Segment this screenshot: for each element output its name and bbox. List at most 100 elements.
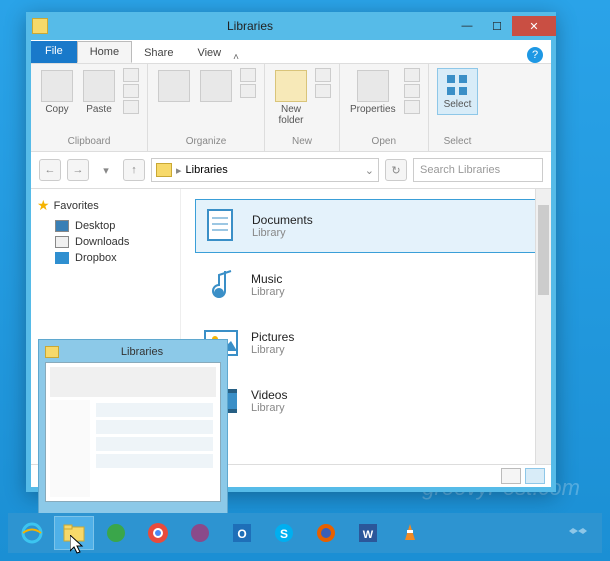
organize-more[interactable] xyxy=(240,68,256,98)
cut-icon xyxy=(123,68,139,82)
outlook-icon: O xyxy=(231,522,253,544)
copyto-icon xyxy=(200,70,232,102)
paste-button[interactable]: Paste xyxy=(81,68,117,117)
ribbon-tabs: File Home Share View ˄ ? xyxy=(31,40,551,64)
share-tab[interactable]: Share xyxy=(132,43,185,63)
edit-icon xyxy=(404,84,420,98)
copy-button[interactable]: Copy xyxy=(39,68,75,117)
rename-icon xyxy=(240,84,256,98)
home-tab[interactable]: Home xyxy=(77,41,132,63)
properties-icon xyxy=(357,70,389,102)
svg-text:O: O xyxy=(237,527,246,541)
skype-icon: S xyxy=(273,522,295,544)
thumbnail-body[interactable] xyxy=(45,362,221,502)
new-folder-icon xyxy=(275,70,307,102)
select-button[interactable]: Select xyxy=(437,68,479,115)
chrome-icon xyxy=(147,522,169,544)
address-text: Libraries xyxy=(186,164,228,176)
taskbar-outlook[interactable]: O xyxy=(222,516,262,550)
taskbar-chrome[interactable] xyxy=(138,516,178,550)
library-name: Music xyxy=(251,272,285,286)
search-placeholder: Search Libraries xyxy=(420,164,500,176)
sidebar-item-desktop[interactable]: Desktop xyxy=(37,218,174,234)
new-more[interactable] xyxy=(315,68,331,98)
clipboard-more[interactable] xyxy=(123,68,139,114)
word-icon: W xyxy=(357,522,379,544)
taskbar-vlc[interactable] xyxy=(390,516,430,550)
green-app-icon xyxy=(105,522,127,544)
ribbon-group-open: Properties Open xyxy=(340,64,429,151)
easy-access-icon xyxy=(315,84,331,98)
title-bar[interactable]: Libraries — ☐ ✕ xyxy=(26,12,556,40)
taskbar-word[interactable]: W xyxy=(348,516,388,550)
up-one-level-button[interactable]: ↑ xyxy=(123,159,145,181)
library-sub: Library xyxy=(251,402,287,414)
taskbar: O S W xyxy=(8,513,602,553)
ribbon: Copy Paste Clipboard xyxy=(31,64,551,152)
taskbar-app-green[interactable] xyxy=(96,516,136,550)
explorer-app-icon xyxy=(32,18,48,34)
back-button[interactable]: ← xyxy=(39,159,61,181)
refresh-button[interactable]: ↻ xyxy=(385,159,407,181)
new-group-label: New xyxy=(292,136,312,147)
moveto-button[interactable] xyxy=(156,68,192,104)
sidebar-label: Downloads xyxy=(75,236,129,248)
taskbar-ie[interactable] xyxy=(12,516,52,550)
properties-button[interactable]: Properties xyxy=(348,68,398,117)
sidebar-item-downloads[interactable]: Downloads xyxy=(37,234,174,250)
thumbnail-title: Libraries xyxy=(63,346,221,358)
sidebar-item-dropbox[interactable]: Dropbox xyxy=(37,250,174,266)
taskbar-skype[interactable]: S xyxy=(264,516,304,550)
open-icon xyxy=(404,68,420,82)
sidebar-label: Desktop xyxy=(75,220,115,232)
select-group-label: Select xyxy=(444,136,472,147)
new-folder-button[interactable]: New folder xyxy=(273,68,309,128)
favorites-header[interactable]: ★ Favorites xyxy=(37,197,174,214)
content-pane[interactable]: Documents Library Music Library Pictur xyxy=(181,189,551,464)
documents-icon xyxy=(202,206,242,246)
open-group-label: Open xyxy=(372,136,396,147)
library-documents[interactable]: Documents Library xyxy=(195,199,537,253)
open-more[interactable] xyxy=(404,68,420,114)
details-view-button[interactable] xyxy=(501,468,521,484)
library-name: Pictures xyxy=(251,330,294,344)
view-tab[interactable]: View xyxy=(185,43,233,63)
favorites-label: Favorites xyxy=(54,200,99,212)
organize-group-label: Organize xyxy=(186,136,227,147)
tiles-view-button[interactable] xyxy=(525,468,545,484)
close-button[interactable]: ✕ xyxy=(512,16,556,36)
taskbar-tray-dropbox[interactable] xyxy=(558,516,598,550)
help-button[interactable]: ? xyxy=(527,47,543,63)
select-label: Select xyxy=(444,99,472,110)
address-folder-icon xyxy=(156,163,172,177)
forward-button[interactable]: → xyxy=(67,159,89,181)
file-tab[interactable]: File xyxy=(31,41,77,63)
address-bar[interactable]: ▸ Libraries ⌄ xyxy=(151,158,379,182)
search-input[interactable]: Search Libraries xyxy=(413,158,543,182)
moveto-icon xyxy=(158,70,190,102)
sidebar-label: Dropbox xyxy=(75,252,117,264)
select-icon xyxy=(445,73,469,97)
maximize-button[interactable]: ☐ xyxy=(482,16,512,36)
up-button[interactable]: ▾ xyxy=(95,159,117,181)
library-videos[interactable]: Videos Library xyxy=(195,375,537,427)
taskbar-firefox[interactable] xyxy=(306,516,346,550)
mouse-cursor xyxy=(70,535,86,555)
library-music[interactable]: Music Library xyxy=(195,259,537,311)
vlc-icon xyxy=(399,522,421,544)
minimize-button[interactable]: — xyxy=(452,16,482,36)
window-title: Libraries xyxy=(48,19,452,33)
svg-text:S: S xyxy=(280,527,288,541)
scrollbar-thumb[interactable] xyxy=(538,205,549,295)
taskbar-app-purple[interactable] xyxy=(180,516,220,550)
library-sub: Library xyxy=(251,286,285,298)
ribbon-collapse-icon[interactable]: ˄ xyxy=(233,52,239,63)
library-pictures[interactable]: Pictures Library xyxy=(195,317,537,369)
thumbnail-folder-icon xyxy=(45,346,59,358)
vertical-scrollbar[interactable] xyxy=(535,189,551,464)
star-icon: ★ xyxy=(37,197,50,214)
desktop-icon xyxy=(55,220,69,232)
copyto-button[interactable] xyxy=(198,68,234,104)
taskbar-thumbnail-preview[interactable]: Libraries xyxy=(38,339,228,515)
properties-label: Properties xyxy=(350,104,396,115)
